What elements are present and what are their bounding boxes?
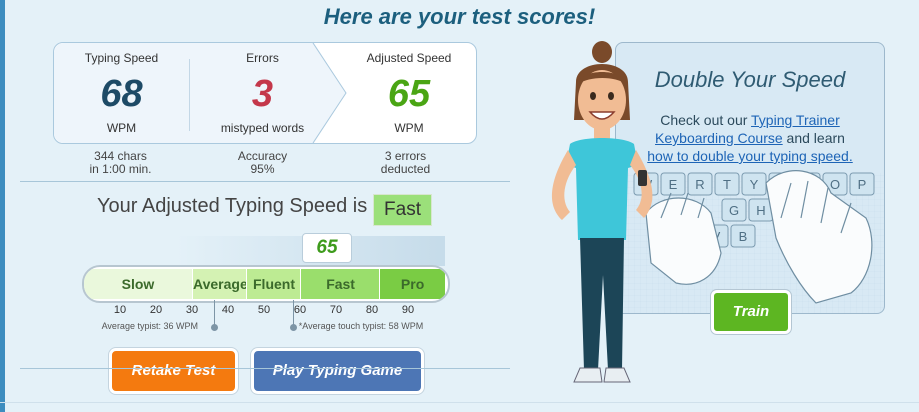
keyboard-key: Y (741, 172, 767, 196)
adjusted-speed-label: Adjusted Speed (366, 51, 452, 65)
keyboarding-course-link[interactable]: Keyboarding Course (655, 130, 783, 146)
accuracy-summary: Accuracy 95% (190, 150, 335, 176)
average-typist-marker-line (213, 300, 215, 326)
speed-scale-bar: Slow Average Fluent Fast Pro (82, 265, 450, 303)
adjusted-speed-value: 65 (387, 73, 431, 115)
page-title: Here are your test scores! (323, 4, 596, 29)
scale-tick-label: 60 (293, 304, 307, 316)
errors-stat: Errors 3 mistyped words (190, 43, 335, 143)
footer-line (0, 402, 919, 403)
scale-tick-label: 20 (149, 304, 163, 316)
train-button[interactable]: Train (711, 290, 791, 334)
average-typist-note: Average typist: 36 WPM (101, 321, 198, 331)
typing-speed-stat: Typing Speed 68 WPM (54, 43, 189, 143)
typing-speed-value: 68 (100, 73, 143, 115)
svg-text:H: H (756, 203, 765, 218)
double-speed-link[interactable]: how to double your typing speed. (647, 148, 852, 164)
divider-top (20, 181, 510, 182)
scale-tick-label: 30 (185, 304, 199, 316)
svg-text:T: T (723, 177, 731, 192)
errors-unit: mistyped words (220, 121, 305, 135)
svg-text:G: G (729, 203, 739, 218)
speed-marker-bubble: 65 (302, 233, 352, 263)
score-panel: Typing Speed 68 WPM Errors 3 mistyped wo… (53, 42, 477, 144)
adjusted-speed-sentence: Your Adjusted Typing Speed is (97, 195, 368, 217)
test-duration: in 1:00 min. (89, 162, 152, 176)
svg-text:R: R (695, 177, 704, 192)
touch-typist-note: *Average touch typist: 58 WPM (298, 321, 424, 331)
average-typist-marker-dot (210, 324, 218, 331)
scale-tick-label: 40 (221, 304, 235, 316)
typing-speed-unit: WPM (106, 121, 137, 135)
scale-segment-pro: Pro (379, 269, 445, 299)
retake-test-button[interactable]: Retake Test (109, 348, 238, 394)
scale-segment-slow: Slow (84, 269, 192, 299)
left-edge-strip (0, 0, 5, 412)
divider-bottom (20, 368, 510, 369)
errors-deducted-label: deducted (380, 162, 431, 176)
keyboard-key: R (687, 172, 713, 196)
adjusted-speed-stat: Adjusted Speed 65 WPM (344, 43, 474, 143)
play-typing-game-button[interactable]: Play Typing Game (251, 348, 424, 394)
promo-text-prefix: Check out our (660, 112, 752, 128)
touch-typist-marker-dot (289, 324, 297, 331)
scale-tick-label: 50 (257, 304, 271, 316)
svg-text:P: P (858, 177, 867, 192)
keyboard-key: B (730, 224, 756, 248)
scale-segment-average: Average (192, 269, 248, 299)
keyboard-key: P (849, 172, 875, 196)
scale-segment-fast: Fast (300, 269, 381, 299)
scale-tick-label: 80 (365, 304, 379, 316)
touch-typist-marker-line (292, 300, 294, 326)
scale-segment-fluent: Fluent (246, 269, 301, 299)
accuracy-value: 95% (250, 162, 275, 176)
scale-tick-label: 90 (401, 304, 415, 316)
svg-text:Y: Y (750, 177, 759, 192)
keyboard-key: E (660, 172, 686, 196)
svg-text:O: O (830, 177, 840, 192)
woman-mascot-illustration (551, 41, 653, 383)
keyboard-key: G (721, 198, 747, 222)
adjusted-speed-unit: WPM (394, 121, 424, 135)
svg-text:E: E (669, 177, 678, 192)
keyboard-key: T (714, 172, 740, 196)
deduction-summary: 3 errors deducted (343, 150, 468, 176)
svg-text:B: B (739, 229, 748, 244)
scale-tick-label: 10 (113, 304, 127, 316)
typing-speed-label: Typing Speed (84, 51, 159, 65)
scale-tick-label: 70 (329, 304, 343, 316)
errors-value: 3 (251, 73, 274, 115)
speed-level-badge: Fast (373, 194, 432, 226)
promo-text-mid: and learn (782, 130, 845, 146)
chars-summary: 344 chars in 1:00 min. (53, 150, 188, 176)
errors-label: Errors (246, 51, 279, 65)
typing-trainer-link[interactable]: Typing Trainer (751, 112, 840, 128)
